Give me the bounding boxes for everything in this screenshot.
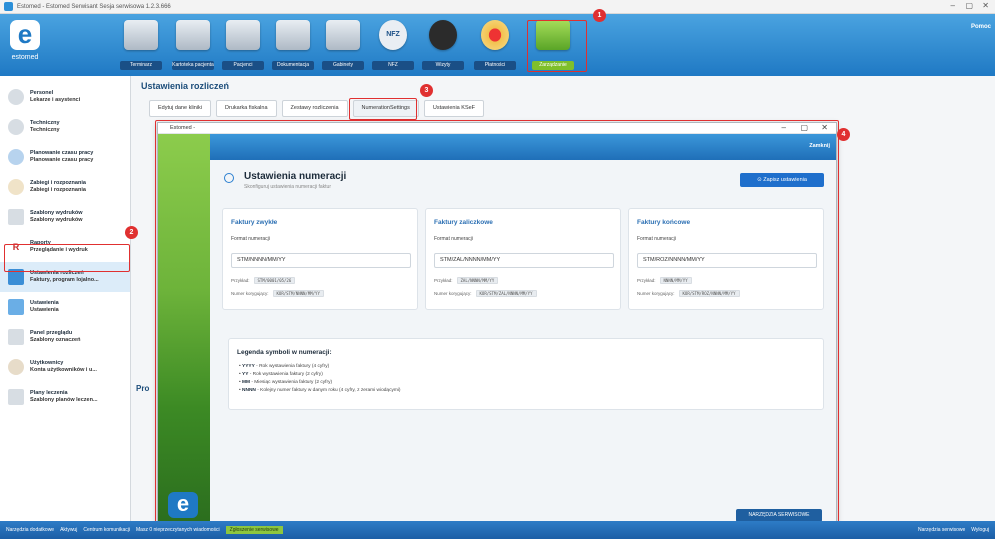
printer-icon	[8, 209, 24, 225]
app-icon	[4, 2, 13, 11]
highlight-sidebar-item	[4, 244, 130, 272]
settings-puzzle-icon	[8, 299, 24, 315]
personnel-icon	[8, 89, 24, 105]
step-badge-1: 1	[593, 9, 606, 22]
sidebar-item-sub: Zabiegi i rozpoznania	[30, 187, 86, 193]
treatment-plan-icon	[8, 389, 24, 405]
sidebar-item-sub: Szablony wydruków	[30, 217, 83, 223]
sidebar-item-title: Szablony wydruków	[30, 210, 83, 216]
cd-icon	[481, 20, 509, 50]
status-aktywuj[interactable]: Aktywuj	[60, 527, 77, 533]
page-title: Ustawienia rozliczeń	[141, 81, 230, 91]
toolbar-label: Kartoteka pacjenta	[172, 61, 214, 70]
tab-ustawienia-ksef[interactable]: Ustawienia KSeF	[423, 100, 485, 117]
sidebar-item-title: Ustawienia	[30, 300, 59, 306]
sidebar-item-techniczny[interactable]: Techniczny Techniczny	[0, 112, 130, 142]
status-centrum-komunikacji[interactable]: Centrum komunikacji	[83, 527, 130, 533]
main-toolbar: e estomed Terminarz Kartoteka pacjenta P…	[0, 14, 995, 76]
sidebar-item-personel[interactable]: Personel Lekarze i asystenci	[0, 82, 130, 112]
status-messages[interactable]: Masz 0 nieprzeczytanych wiadomości	[136, 527, 220, 533]
window-titlebar: Estomed - Estomed Serwisant Sesja serwis…	[0, 0, 995, 14]
toolbar-nfz[interactable]: NFZ NFZ	[370, 20, 416, 70]
user-name[interactable]: Pomoc	[971, 24, 991, 30]
sidebar-item-title: Plany leczenia	[30, 390, 68, 396]
documents-icon	[276, 20, 310, 50]
status-narzedzia-serwisowe[interactable]: Narzędzia serwisowe	[918, 527, 965, 533]
sidebar-item-plany-leczenia[interactable]: Plany leczenia Szablony planów leczen...	[0, 382, 130, 412]
highlight-dialog	[155, 120, 839, 528]
sidebar-item-title: Zabiegi i rozpoznania	[30, 180, 86, 186]
technician-icon	[8, 119, 24, 135]
tab-drukarka-fiskalna[interactable]: Drukarka fiskalna	[216, 100, 277, 117]
sidebar-item-sub: Faktury, program lojalno...	[30, 277, 99, 283]
toolbar-gabinety[interactable]: Gabinety	[320, 20, 366, 70]
highlight-tab	[349, 98, 417, 120]
toolbar-wizyty[interactable]: Wizyty	[420, 20, 466, 70]
status-bar: Narzędzia dodatkowe Aktywuj Centrum komu…	[0, 521, 995, 539]
sidebar-item-title: Użytkownicy	[30, 360, 64, 366]
sidebar-item-zabiegi[interactable]: Zabiegi i rozpoznania Zabiegi i rozpoznan…	[0, 172, 130, 202]
estomed-logo: e estomed	[6, 18, 44, 72]
sidebar-item-sub: Szablony oznaczeń	[30, 337, 81, 343]
sidebar-item-uzytkownicy[interactable]: Użytkownicy Konta użytkowników i u...	[0, 352, 130, 382]
sidebar-item-sub: Ustawienia	[30, 307, 59, 313]
status-narzedzia-dodatkowe[interactable]: Narzędzia dodatkowe	[6, 527, 54, 533]
patient-card-icon	[176, 20, 210, 50]
sidebar-item-title: Personel	[30, 90, 54, 96]
toolbar-terminarz[interactable]: Terminarz	[118, 20, 164, 70]
window-title: Estomed - Estomed Serwisant Sesja serwis…	[17, 3, 171, 10]
tab-zestawy-rozliczenia[interactable]: Zestawy rozliczenia	[281, 100, 348, 117]
sidebar-item-title: Planowanie czasu pracy	[30, 150, 94, 156]
calendar-icon	[124, 20, 158, 50]
toolbar-label: NFZ	[372, 61, 414, 70]
maximize-icon[interactable]: ▢	[965, 1, 973, 10]
partial-label: Pro	[136, 384, 150, 393]
sidebar-item-sub: Szablony planów leczen...	[30, 397, 98, 403]
toolbar-pacjenci[interactable]: Pacjenci	[220, 20, 266, 70]
toolbar-label: Terminarz	[120, 61, 162, 70]
toolbar-label: Wizyty	[422, 61, 464, 70]
toolbar-label: Gabinety	[322, 61, 364, 70]
status-wyloguj[interactable]: Wyloguj	[971, 527, 989, 533]
status-zgloszenie-serwisowe[interactable]: Zgłoszenie serwisowe	[225, 526, 283, 534]
sidebar-item-panel-przegladu[interactable]: Panel przeglądu Szablony oznaczeń	[0, 322, 130, 352]
step-badge-3: 3	[420, 84, 433, 97]
tooth-icon	[8, 179, 24, 195]
nfz-icon: NFZ	[379, 20, 407, 50]
sidebar-item-sub: Konta użytkowników i u...	[30, 367, 97, 373]
user-icon	[8, 359, 24, 375]
tab-edytuj-dane-kliniki[interactable]: Edytuj dane kliniki	[149, 100, 212, 117]
sidebar-item-sub: Techniczny	[30, 127, 60, 133]
sidebar-item-sub: Lekarze i asystenci	[30, 97, 81, 103]
patients-icon	[226, 20, 260, 50]
logo-letter: e	[10, 20, 40, 50]
clock-icon	[8, 149, 24, 165]
close-icon[interactable]: ✕	[982, 1, 989, 10]
camera-icon	[429, 20, 457, 50]
logo-word: estomed	[11, 54, 39, 61]
sidebar-item-planowanie[interactable]: Planowanie czasu pracy Planowanie czasu p…	[0, 142, 130, 172]
toolbar-label: Pacjenci	[222, 61, 264, 70]
left-sidebar: Personel Lekarze i asystenci Techniczny Te…	[0, 76, 131, 521]
sidebar-item-sub: Planowanie czasu pracy	[30, 157, 94, 163]
highlight-toolbar-zarzadzanie	[527, 20, 587, 72]
sidebar-item-szablony-wydrukow[interactable]: Szablony wydruków Szablony wydruków	[0, 202, 130, 232]
toolbar-kartoteka[interactable]: Kartoteka pacjenta	[170, 20, 216, 70]
minimize-icon[interactable]: –	[951, 1, 955, 10]
sidebar-item-ustawienia[interactable]: Ustawienia Ustawienia	[0, 292, 130, 322]
toolbar-platnosci[interactable]: Płatności	[472, 20, 518, 70]
toolbar-label: Płatności	[474, 61, 516, 70]
toolbar-label: Dokumentacja	[272, 61, 314, 70]
sidebar-item-title: Panel przeglądu	[30, 330, 73, 336]
review-panel-icon	[8, 329, 24, 345]
tab-bar: Edytuj dane kliniki Drukarka fiskalna Ze…	[149, 100, 485, 117]
sidebar-item-title: Techniczny	[30, 120, 60, 126]
toolbar-dokumentacja[interactable]: Dokumentacja	[270, 20, 316, 70]
dental-chair-icon	[326, 20, 360, 50]
step-badge-4: 4	[837, 128, 850, 141]
